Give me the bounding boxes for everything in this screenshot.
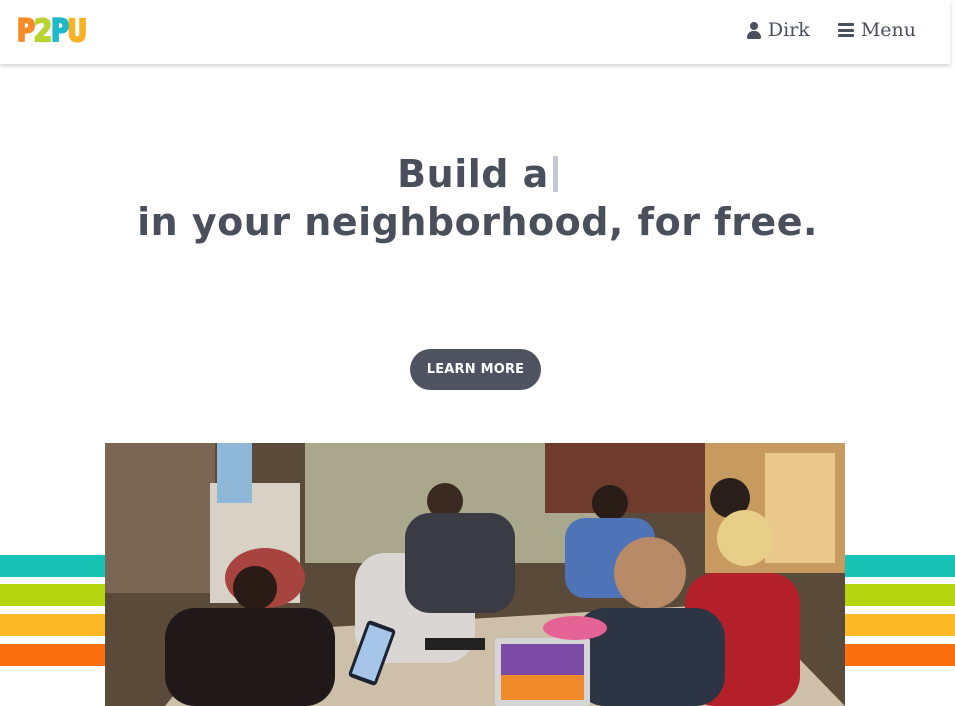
logo-letter-u: U [67,14,87,49]
logo-letter-p2: P [50,14,70,49]
top-navbar: P 2 P U Dirk Menu [0,0,950,64]
learn-more-button[interactable]: LEARN MORE [410,349,541,390]
hero-line-1: Build a [0,150,955,198]
hero-heading: Build a in your neighborhood, for free. [0,150,955,246]
logo-letter-p1: P [16,14,36,49]
user-name: Dirk [767,19,810,41]
nav-actions: Dirk Menu [746,19,916,41]
hamburger-icon [837,23,854,37]
hero-line-1-text: Build a [397,152,549,196]
logo-letter-2: 2 [33,14,53,49]
photo-illustration [105,443,845,706]
user-menu-link[interactable]: Dirk [746,19,810,41]
p2pu-logo[interactable]: P 2 P U [16,14,87,49]
menu-label: Menu [860,19,916,41]
menu-button[interactable]: Menu [837,19,916,41]
user-icon [746,21,761,39]
people-studying-at-table-photo [105,443,845,706]
hero-line-2: in your neighborhood, for free. [137,200,818,244]
typing-cursor [552,156,558,192]
